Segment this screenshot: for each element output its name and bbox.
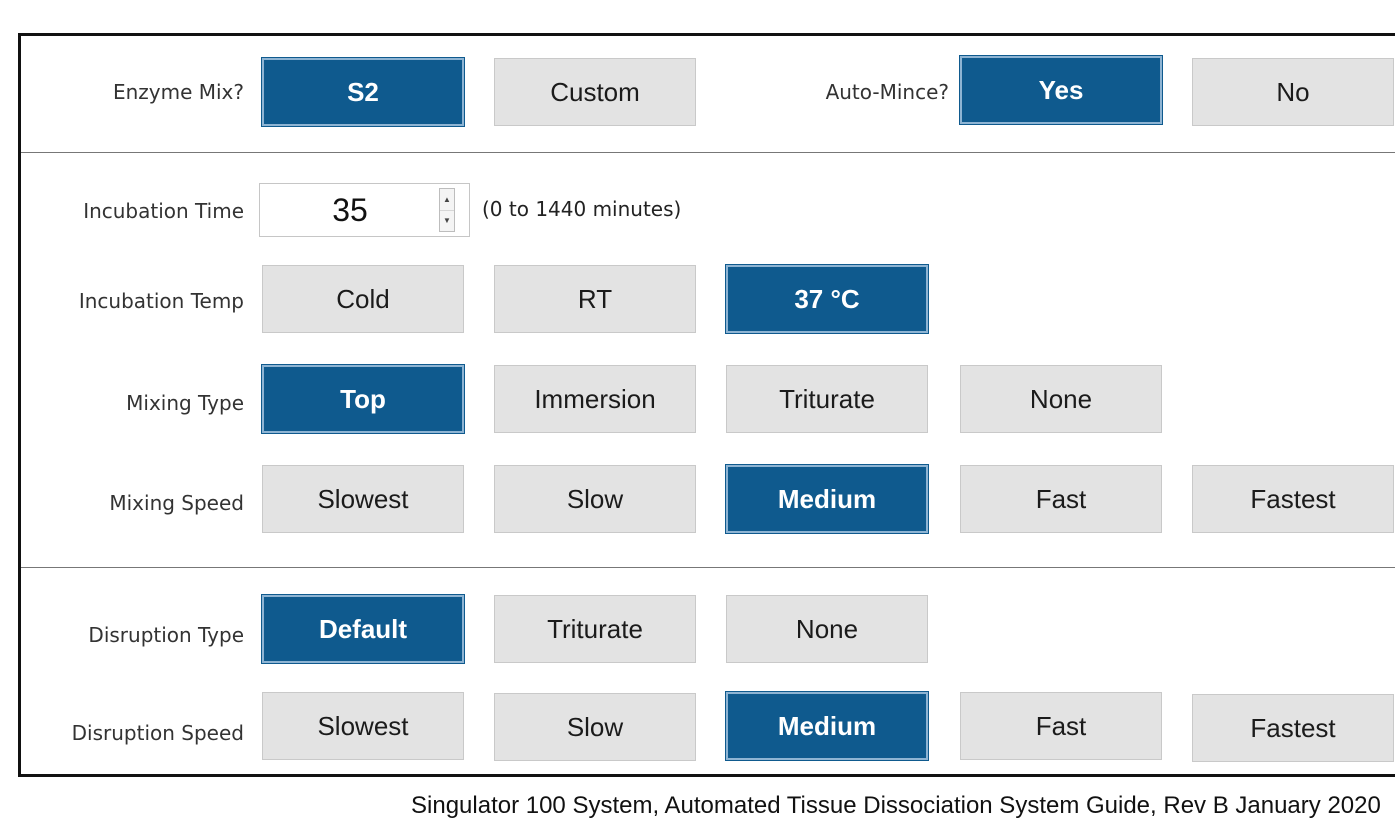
incubation-time-stepper[interactable]: 35 ▲ ▼ [259,183,470,237]
disruption-type-none-button[interactable]: None [726,595,928,663]
incubation-time-label: Incubation Time [83,199,244,223]
chevron-up-icon[interactable]: ▲ [440,189,454,211]
temp-cold-button[interactable]: Cold [262,265,464,333]
disruption-speed-slow-button[interactable]: Slow [494,693,696,761]
enzyme-mix-custom-button[interactable]: Custom [494,58,696,126]
auto-mince-label: Auto-Mince? [825,80,949,104]
disruption-type-label: Disruption Type [88,623,244,647]
temp-37c-button[interactable]: 37 °C [726,265,928,333]
disruption-speed-fastest-button[interactable]: Fastest [1192,694,1394,762]
incubation-time-range: (0 to 1440 minutes) [482,197,682,221]
mixing-speed-medium-button[interactable]: Medium [726,465,928,533]
auto-mince-no-button[interactable]: No [1192,58,1394,126]
disruption-type-default-button[interactable]: Default [262,595,464,663]
disruption-speed-slowest-button[interactable]: Slowest [262,692,464,760]
enzyme-mix-s2-button[interactable]: S2 [262,58,464,126]
stepper-buttons: ▲ ▼ [439,188,455,232]
mixing-type-none-button[interactable]: None [960,365,1162,433]
chevron-down-icon[interactable]: ▼ [440,210,454,231]
mixing-type-top-button[interactable]: Top [262,365,464,433]
mixing-speed-fastest-button[interactable]: Fastest [1192,465,1394,533]
incubation-time-value[interactable]: 35 [260,184,440,236]
mixing-speed-slowest-button[interactable]: Slowest [262,465,464,533]
section-divider [21,567,1395,568]
disruption-speed-label: Disruption Speed [71,721,244,745]
mixing-speed-label: Mixing Speed [109,491,244,515]
enzyme-mix-label: Enzyme Mix? [112,80,244,104]
disruption-speed-medium-button[interactable]: Medium [726,692,928,760]
auto-mince-yes-button[interactable]: Yes [960,56,1162,124]
incubation-temp-label: Incubation Temp [78,289,244,313]
section-divider [21,152,1395,153]
mixing-speed-slow-button[interactable]: Slow [494,465,696,533]
mixing-speed-fast-button[interactable]: Fast [960,465,1162,533]
mixing-type-label: Mixing Type [126,391,244,415]
document-caption: Singulator 100 System, Automated Tissue … [411,792,1381,819]
disruption-type-triturate-button[interactable]: Triturate [494,595,696,663]
disruption-speed-fast-button[interactable]: Fast [960,692,1162,760]
temp-rt-button[interactable]: RT [494,265,696,333]
mixing-type-triturate-button[interactable]: Triturate [726,365,928,433]
mixing-type-immersion-button[interactable]: Immersion [494,365,696,433]
